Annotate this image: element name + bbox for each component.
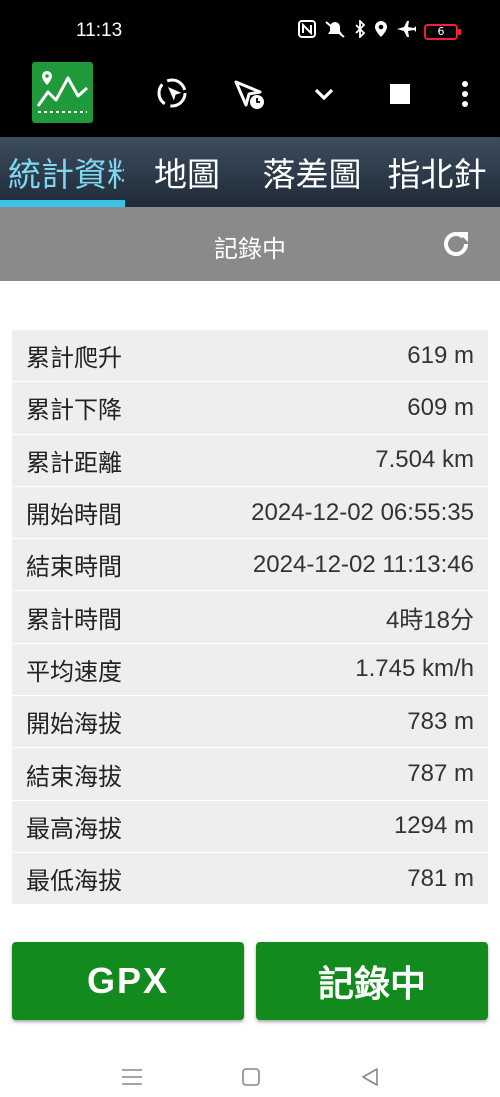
stat-value: 2024-12-02 06:55:35 xyxy=(251,498,474,526)
stat-value: 7.504 km xyxy=(375,446,474,474)
airplane-icon xyxy=(396,20,417,43)
back-icon[interactable] xyxy=(358,1066,382,1088)
recording-title: 記錄中 xyxy=(214,235,286,263)
stat-row: 累計爬升 619 m xyxy=(12,330,488,383)
tab-statistics[interactable]: 統計資料 xyxy=(0,137,124,207)
toolbar xyxy=(0,62,500,137)
stat-row: 累計距離 7.504 km xyxy=(12,434,488,487)
tab-bar: 統計資料 地圖 落差圖 指北針 xyxy=(0,137,500,207)
stat-row: 最高海拔 1294 m xyxy=(12,800,488,853)
recording-bar: 記錄中 xyxy=(0,207,500,281)
stat-value: 1.745 km/h xyxy=(355,655,474,683)
system-nav-bar xyxy=(0,1050,500,1097)
home-icon[interactable] xyxy=(239,1066,263,1088)
tab-compass[interactable]: 指北針 xyxy=(374,137,500,207)
stat-value: 783 m xyxy=(407,707,474,735)
tab-statistics-label: 統計資料 xyxy=(8,155,124,194)
stat-row: 開始海拔 783 m xyxy=(12,696,488,749)
chevron-down-icon[interactable] xyxy=(306,76,342,112)
stat-value: 619 m xyxy=(407,341,474,369)
stat-value: 4時18分 xyxy=(385,606,474,634)
stat-row: 累計時間 4時18分 xyxy=(12,591,488,644)
gpx-button[interactable]: GPX xyxy=(12,942,244,1020)
stat-label: 最高海拔 xyxy=(26,814,122,843)
stat-label: 結束時間 xyxy=(26,553,122,582)
stat-row: 開始時間 2024-12-02 06:55:35 xyxy=(12,486,488,540)
stat-value: 781 m xyxy=(407,864,474,892)
recording-button[interactable]: 記錄中 xyxy=(256,942,488,1020)
stat-label: 累計爬升 xyxy=(26,344,122,373)
stat-label: 累計下降 xyxy=(26,396,122,425)
stats-table: 累計爬升 619 m 累計下降 609 m 累計距離 7.504 km 開始時間 2024-1… xyxy=(12,330,488,906)
mute-icon xyxy=(324,20,346,43)
stat-label: 平均速度 xyxy=(26,657,122,686)
tab-elevation[interactable]: 落差圖 xyxy=(250,137,374,207)
stat-value: 787 m xyxy=(407,760,474,788)
stat-label: 開始海拔 xyxy=(26,710,122,739)
stat-label: 最低海拔 xyxy=(26,867,122,896)
stat-label: 累計時間 xyxy=(26,605,122,634)
location-icon xyxy=(374,20,388,43)
tab-compass-label: 指北針 xyxy=(387,155,487,194)
stat-label: 結束海拔 xyxy=(26,762,122,791)
stop-icon[interactable] xyxy=(382,76,418,112)
stat-label: 開始時間 xyxy=(26,501,122,530)
status-bar: 11:13 6 xyxy=(0,0,500,62)
stat-value: 2024-12-02 11:13:46 xyxy=(252,550,474,578)
cursor-location-icon[interactable] xyxy=(155,76,191,112)
stat-value: 609 m xyxy=(407,393,474,421)
app-logo-icon[interactable] xyxy=(32,62,93,123)
tab-indicator xyxy=(0,200,125,207)
menu-icon[interactable] xyxy=(120,1066,144,1088)
battery-level: 6 xyxy=(437,25,445,38)
stat-row: 結束海拔 787 m xyxy=(12,748,488,801)
refresh-icon[interactable] xyxy=(438,226,474,262)
tab-elevation-label: 落差圖 xyxy=(262,155,362,194)
status-time: 11:13 xyxy=(76,20,123,41)
tab-map-label: 地圖 xyxy=(154,155,220,194)
stat-row: 最低海拔 781 m xyxy=(12,852,488,906)
stat-row: 平均速度 1.745 km/h xyxy=(12,643,488,697)
tab-map[interactable]: 地圖 xyxy=(124,137,250,207)
stat-value: 1294 m xyxy=(393,812,474,840)
more-vert-icon[interactable] xyxy=(447,76,483,112)
status-icons: 6 xyxy=(298,18,461,43)
bluetooth-icon xyxy=(354,18,366,43)
stat-row: 累計下降 609 m xyxy=(12,382,488,435)
stat-label: 累計距離 xyxy=(26,448,122,477)
battery-icon: 6 xyxy=(424,23,461,40)
navigation-clock-icon[interactable] xyxy=(232,76,268,112)
nfc-icon xyxy=(298,20,316,43)
stat-row: 結束時間 2024-12-02 11:13:46 xyxy=(12,539,488,592)
